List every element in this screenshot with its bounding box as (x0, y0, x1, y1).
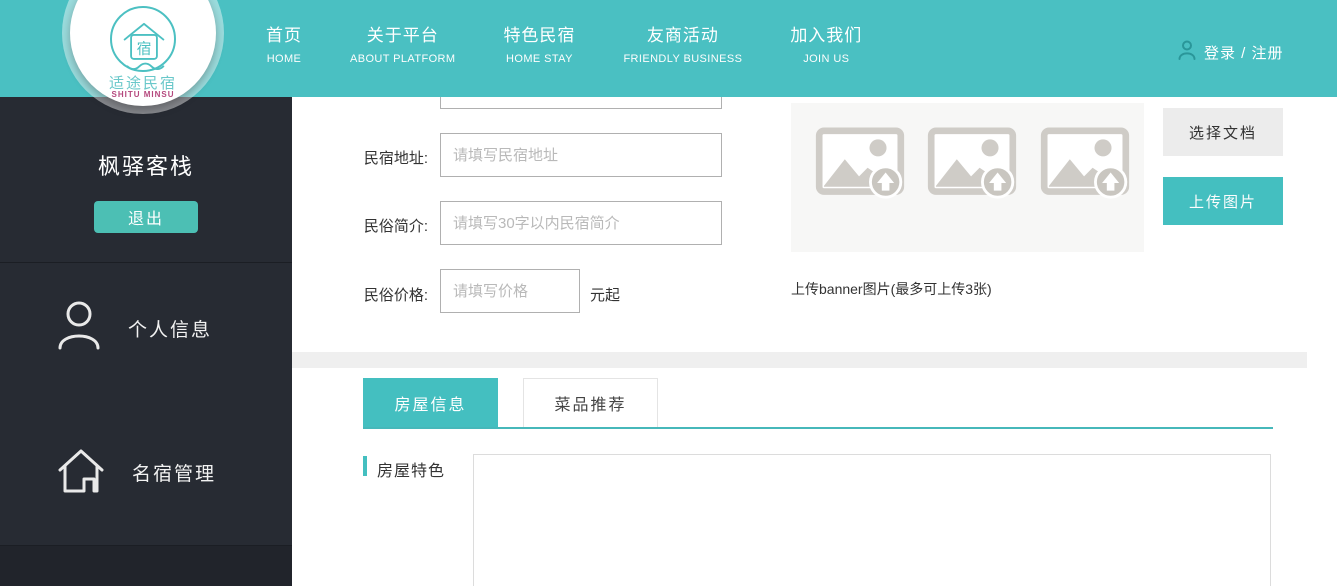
sidebar-item-label: 个人信息 (128, 319, 213, 341)
logo-circle: 宿 适途民宿 SHITU MINSU (70, 0, 216, 106)
login-register-label: 登录 / 注册 (1204, 45, 1284, 62)
svg-text:宿: 宿 (137, 40, 152, 57)
section-divider (292, 352, 1307, 368)
address-input[interactable] (440, 133, 722, 177)
nav-label-en: ABOUT PLATFORM (350, 53, 456, 65)
house-feature-label: 房屋特色 (377, 463, 446, 480)
user-icon (56, 300, 102, 357)
sidebar-item-personal-info[interactable]: 个人信息 (0, 293, 292, 363)
sidebar-divider (0, 262, 292, 263)
sidebar: 枫驿客栈 退出 个人信息 名宿管理 (0, 97, 292, 586)
hotel-name: 枫驿客栈 (97, 154, 194, 179)
home-icon (56, 446, 106, 499)
tab-house-info[interactable]: 房屋信息 (363, 378, 498, 428)
tab-dish-recommendation[interactable]: 菜品推荐 (523, 378, 658, 428)
banner-upload-caption: 上传banner图片(最多可上传3张) (791, 281, 992, 297)
nav-label-en: HOME (266, 53, 302, 65)
choose-file-button[interactable]: 选择文档 (1163, 108, 1283, 156)
site-logo[interactable]: 宿 适途民宿 SHITU MINSU (62, 0, 224, 118)
image-upload-icon (1040, 127, 1130, 205)
nav-item-friendly-business[interactable]: 友商活动 FRIENDLY BUSINESS (615, 24, 750, 65)
logo-name-pinyin: SHITU MINSU (111, 90, 175, 99)
user-icon (1178, 40, 1196, 65)
page: 首页 HOME 关于平台 ABOUT PLATFORM 特色民宿 HOME ST… (0, 0, 1337, 586)
nav-label-zh: 首页 (266, 26, 302, 45)
sidebar-footer (0, 545, 292, 586)
banner-upload-panel (791, 103, 1144, 252)
image-upload-placeholder[interactable] (927, 127, 1017, 201)
address-label: 民宿地址: (363, 150, 428, 167)
nav-item-join-us[interactable]: 加入我们 JOIN US (782, 24, 870, 65)
upload-images-button[interactable]: 上传图片 (1163, 177, 1283, 225)
intro-label: 民俗简介: (363, 218, 428, 235)
house-logo-icon: 宿 (120, 20, 168, 77)
price-label: 民俗价格: (363, 287, 428, 304)
image-upload-icon (927, 127, 1017, 205)
main-content: 民宿地址: 民俗简介: 民俗价格: 元起 (292, 79, 1337, 586)
nav-label-zh: 关于平台 (366, 26, 439, 45)
house-feature-textarea[interactable] (473, 454, 1271, 586)
sidebar-item-homestay-management[interactable]: 名宿管理 (0, 437, 292, 507)
nav-item-about-platform[interactable]: 关于平台 ABOUT PLATFORM (342, 24, 463, 65)
tabs-underline (363, 427, 1273, 429)
nav-label-en: HOME STAY (506, 53, 573, 65)
feature-accent-bar (363, 456, 367, 476)
nav-label-en: JOIN US (803, 53, 850, 65)
nav-item-home-stay[interactable]: 特色民宿 HOME STAY (495, 24, 583, 65)
nav-item-home[interactable]: 首页 HOME (258, 24, 310, 65)
nav-label-en: FRIENDLY BUSINESS (623, 53, 743, 65)
price-unit-suffix: 元起 (590, 287, 621, 304)
image-upload-placeholder[interactable] (815, 127, 905, 201)
image-upload-placeholder[interactable] (1040, 127, 1130, 201)
nav-label-zh: 加入我们 (790, 26, 863, 45)
price-input[interactable] (440, 269, 580, 313)
main-nav: 首页 HOME 关于平台 ABOUT PLATFORM 特色民宿 HOME ST… (258, 24, 870, 65)
nav-label-zh: 特色民宿 (503, 26, 576, 45)
sidebar-item-label: 名宿管理 (132, 463, 217, 485)
logout-button[interactable]: 退出 (94, 201, 198, 233)
image-upload-icon (815, 127, 905, 205)
nav-label-zh: 友商活动 (646, 26, 719, 45)
intro-input[interactable] (440, 201, 722, 245)
login-register-link[interactable]: 登录 / 注册 (1178, 40, 1284, 65)
